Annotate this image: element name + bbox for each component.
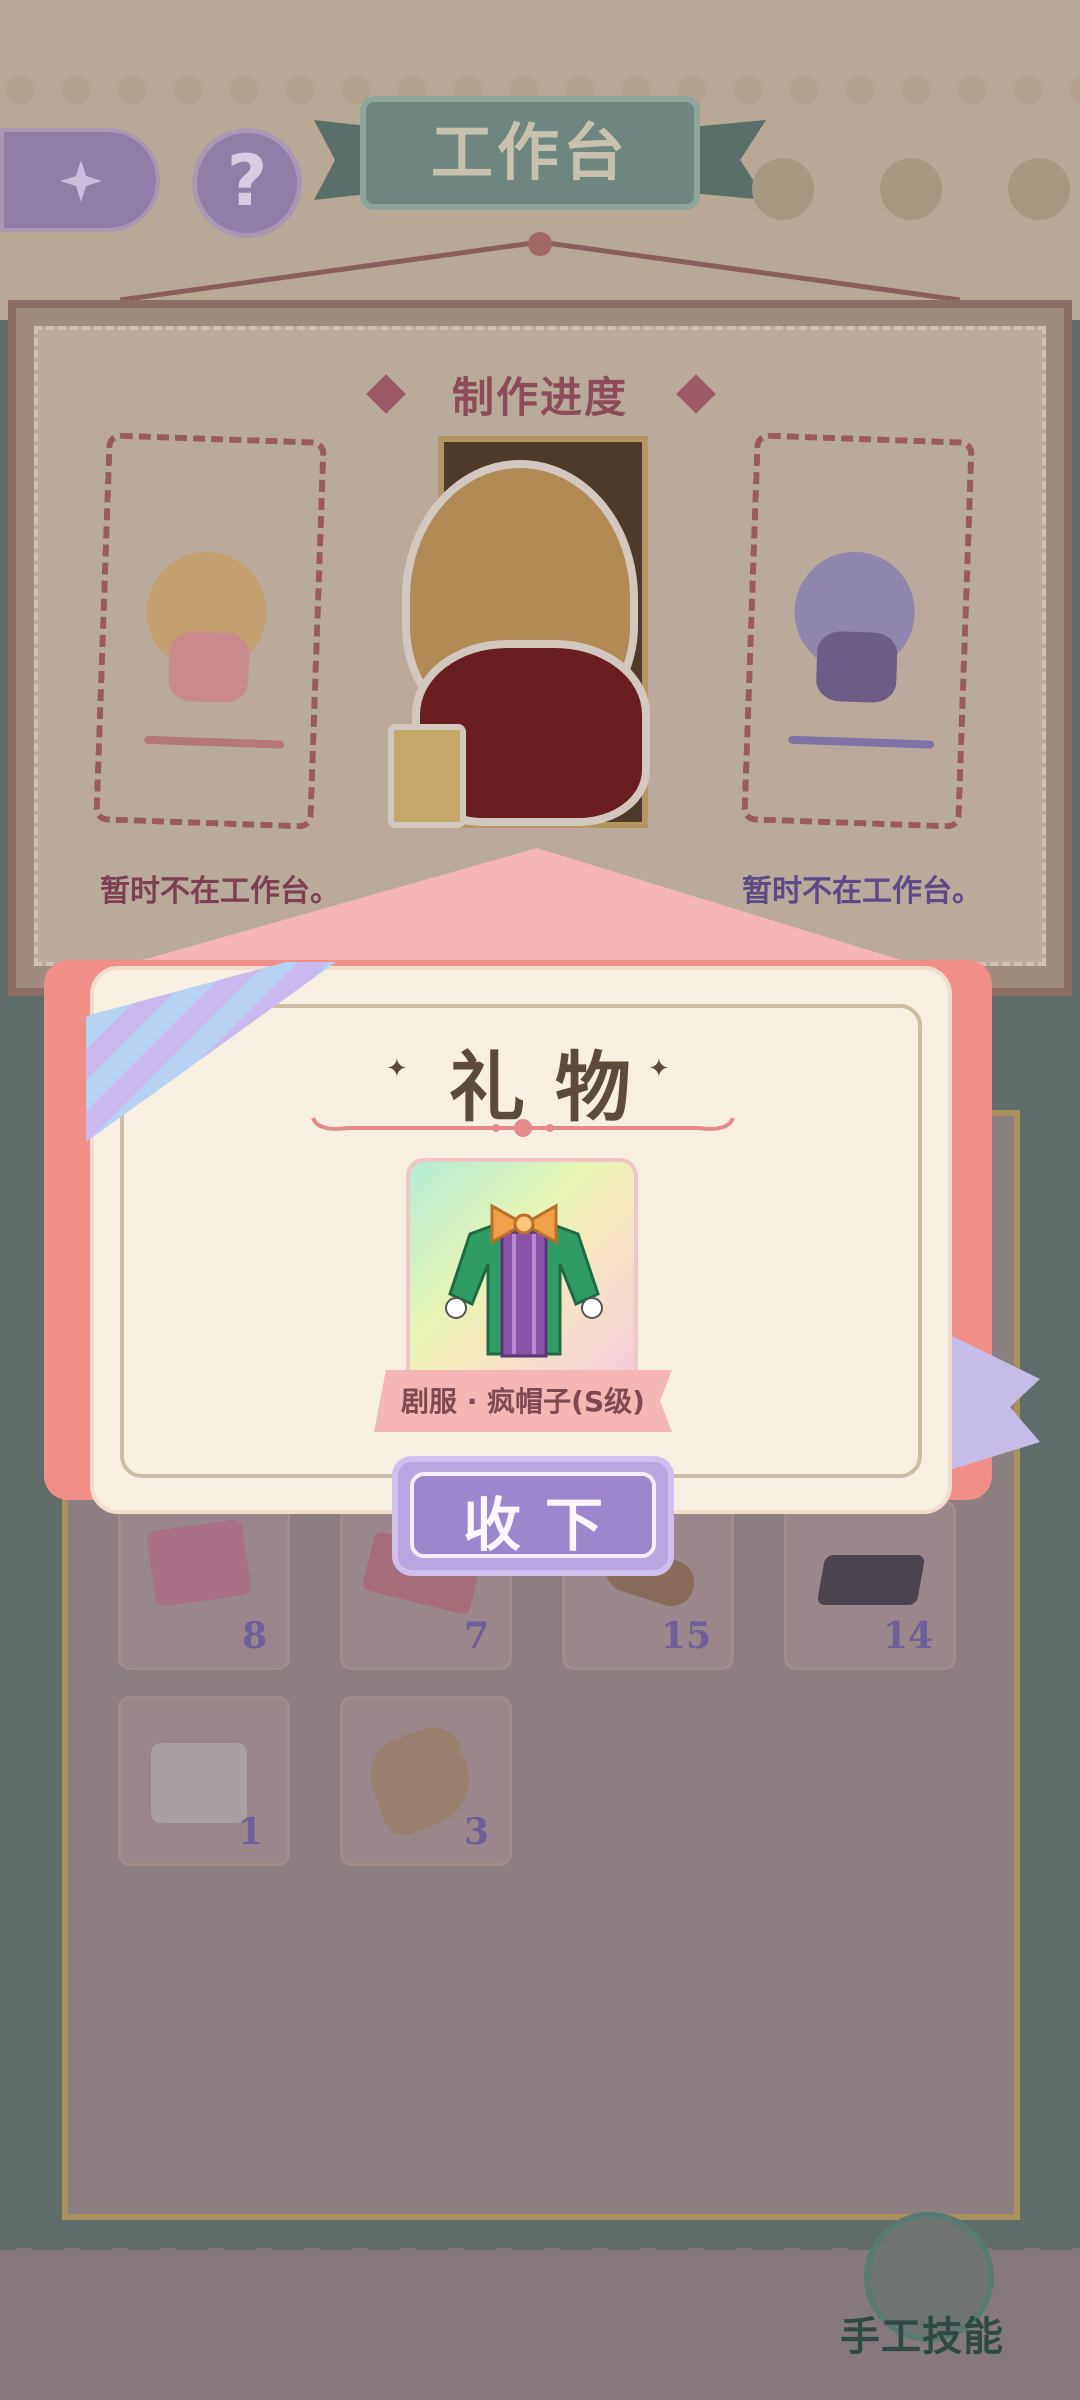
slot-progress-bar	[788, 735, 935, 749]
gift-item-frame	[406, 1158, 638, 1390]
sparkle-back-icon	[60, 160, 102, 202]
item-count: 1	[237, 1811, 263, 1853]
page-title: 工作台	[360, 96, 700, 210]
title-divider	[311, 1117, 735, 1137]
gift-item-name: 剧服 · 疯帽子(S级)	[401, 1385, 645, 1418]
inventory-item-fur[interactable]: 3	[340, 1696, 512, 1866]
character-body-icon	[815, 630, 898, 704]
header-dot-decoration	[880, 158, 942, 220]
slot-progress-bar	[144, 735, 285, 749]
item-count: 7	[463, 1615, 489, 1657]
left-slot-status: 暂时不在工作台。	[100, 874, 340, 909]
sewing-kit-icon	[146, 1518, 252, 1608]
hanging-string	[120, 232, 960, 302]
craft-slot-right[interactable]	[741, 432, 975, 830]
inventory-item-paper[interactable]: 1	[118, 1696, 290, 1866]
right-slot-status: 暂时不在工作台。	[742, 874, 982, 909]
item-count: 3	[463, 1811, 489, 1853]
craft-skill-label[interactable]: 手工技能	[840, 2304, 1004, 2362]
craft-slot-left[interactable]	[93, 432, 327, 830]
drink-cup-icon	[388, 724, 466, 828]
header-dot-decoration	[752, 158, 814, 220]
accept-button-label[interactable]: 收下	[392, 1478, 674, 1562]
inventory-item-metal[interactable]: 14	[784, 1500, 956, 1670]
item-count: 15	[660, 1615, 711, 1657]
paper-roll-icon	[151, 1743, 247, 1823]
character-body-icon	[167, 630, 250, 704]
back-button[interactable]	[0, 128, 160, 232]
help-button[interactable]: ?	[192, 128, 302, 238]
progress-title: 制作进度	[451, 373, 628, 422]
costume-outfit-icon	[445, 1203, 603, 1358]
metal-ingot-icon	[816, 1555, 926, 1605]
item-count: 14	[882, 1615, 933, 1657]
header-dot-decoration	[1008, 158, 1070, 220]
item-count: 8	[241, 1615, 267, 1657]
inventory-item-sewing-kit[interactable]: 8	[118, 1500, 290, 1670]
